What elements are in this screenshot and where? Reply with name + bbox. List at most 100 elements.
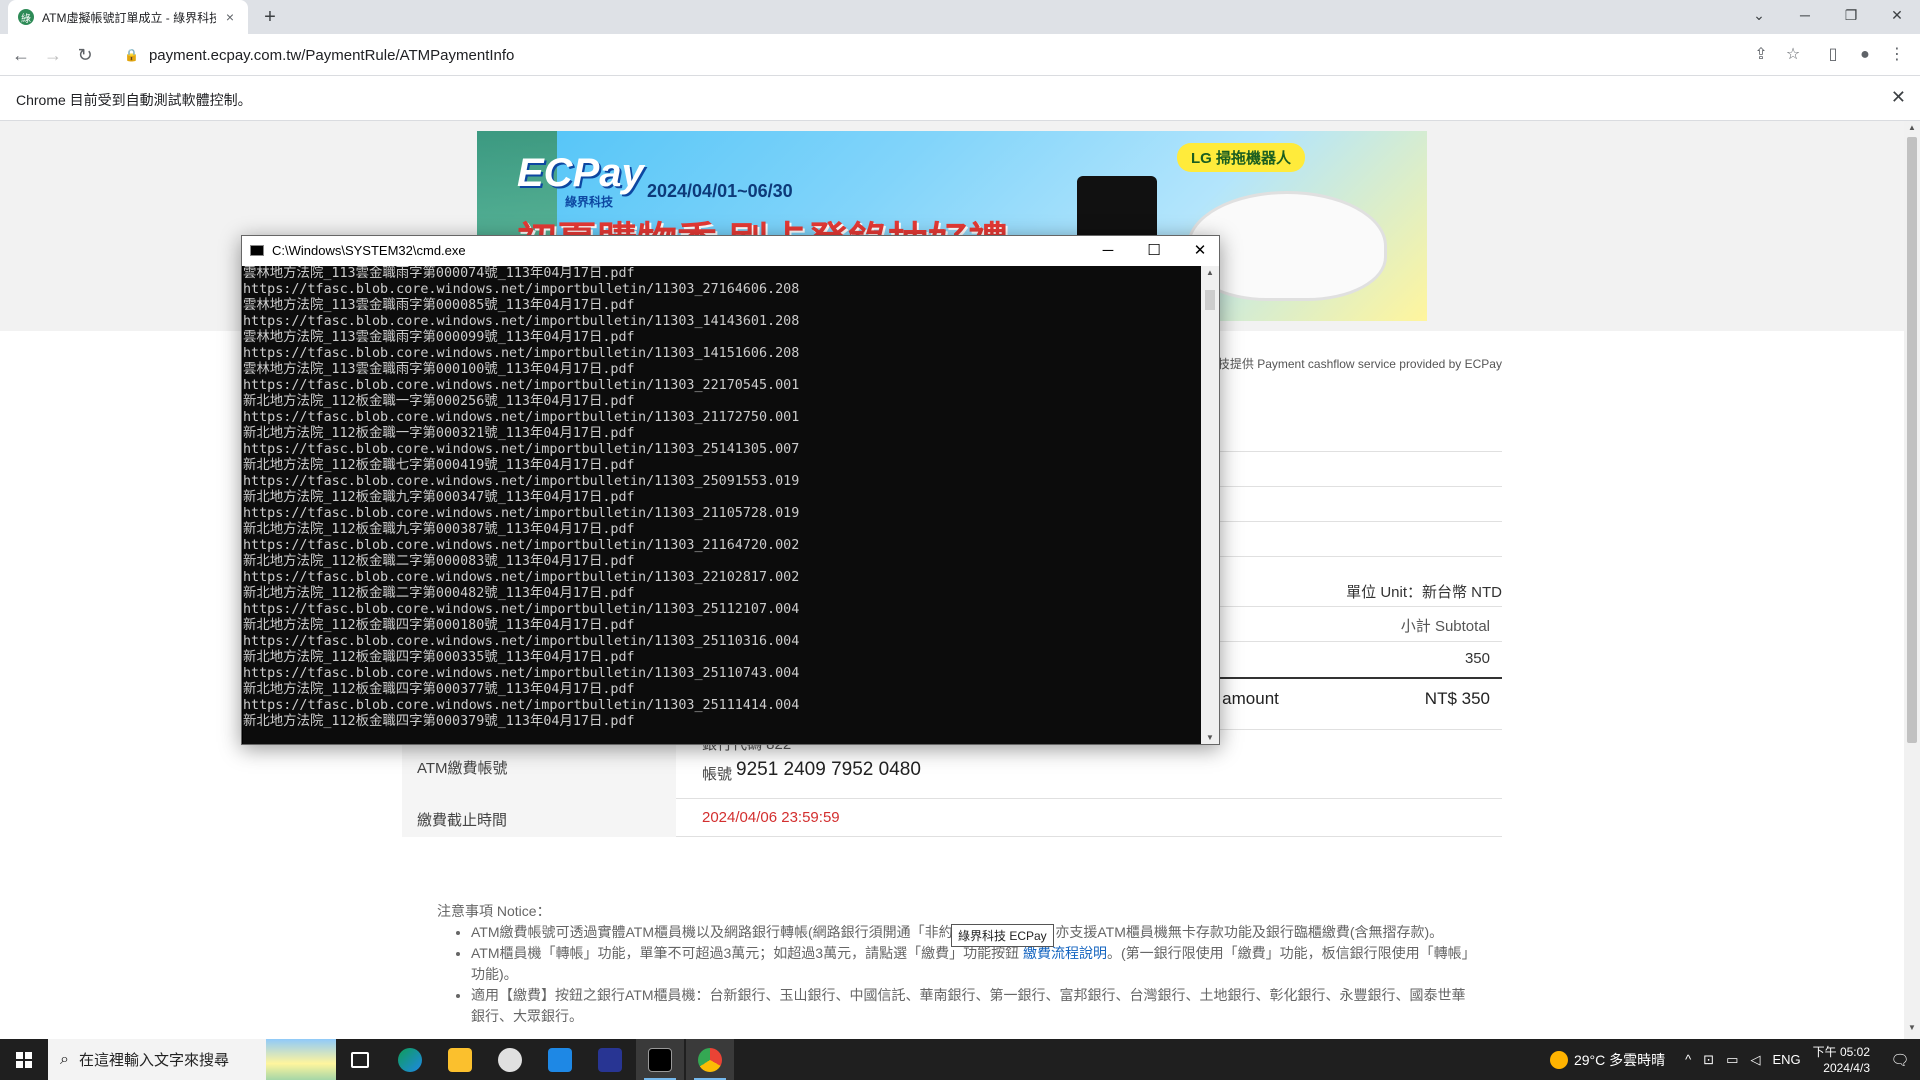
page-scrollbar[interactable]: ▲ ▼: [1904, 121, 1920, 1039]
browser-toolbar: ← → ↻ 🔒 payment.ecpay.com.tw/PaymentRule…: [0, 34, 1920, 76]
scrollbar-thumb[interactable]: [1907, 137, 1917, 743]
cmd-scroll-up-icon[interactable]: ▲: [1201, 268, 1219, 277]
network-icon[interactable]: ▭: [1726, 1052, 1738, 1068]
clock-date: 2024/4/3: [1823, 1060, 1870, 1075]
search-highlight-image: [266, 1039, 336, 1080]
console-line: 新北地方法院_112板金職九字第000387號_113年04月17日.pdf: [243, 522, 635, 537]
notice-heading: 注意事項 Notice：: [437, 903, 551, 919]
side-panel-icon[interactable]: ▯: [1820, 42, 1846, 68]
subtotal-header: 小計 Subtotal: [1400, 618, 1490, 635]
account-number: 9251 2409 7952 0480: [736, 759, 921, 780]
notice-item-text: ATM櫃員機「轉帳」功能，單筆不可超過3萬元；如超過3萬元，請點選「繳費」功能按…: [471, 945, 1020, 961]
tab-strip: 綠 ATM虛擬帳號訂單成立 - 綠界科技 × + ⌄ ─ ❐ ✕: [0, 0, 1920, 34]
edge-icon[interactable]: [386, 1039, 434, 1080]
back-icon[interactable]: ←: [8, 42, 34, 68]
search-icon: ⌕: [60, 1050, 69, 1068]
url-text[interactable]: payment.ecpay.com.tw/PaymentRule/ATMPaym…: [149, 47, 514, 64]
search-placeholder: 在這裡輸入文字來搜尋: [78, 1052, 229, 1069]
infobar-close-icon[interactable]: ✕: [1891, 87, 1906, 108]
console-line: https://tfasc.blob.core.windows.net/impo…: [243, 410, 800, 425]
tray-chevron-icon[interactable]: ^: [1685, 1052, 1691, 1067]
taskbar-search[interactable]: ⌕ 在這裡輸入文字來搜尋: [48, 1039, 336, 1080]
cmd-title: C:\Windows\SYSTEM32\cmd.exe: [272, 243, 466, 258]
scroll-down-icon[interactable]: ▼: [1904, 1023, 1920, 1037]
cmd-maximize-button[interactable]: ☐: [1131, 236, 1177, 266]
payment-flow-link[interactable]: 繳費流程說明: [1023, 945, 1107, 961]
chrome-icon[interactable]: [686, 1039, 734, 1080]
console-line: https://tfasc.blob.core.windows.net/impo…: [243, 538, 800, 553]
forward-icon[interactable]: →: [40, 42, 66, 68]
cmd-scrollbar[interactable]: ▲ ▼: [1201, 266, 1219, 744]
console-line: 新北地方法院_112板金職二字第000083號_113年04月17日.pdf: [243, 554, 635, 569]
bookmark-star-icon[interactable]: ☆: [1780, 42, 1806, 68]
reload-icon[interactable]: ↻: [72, 42, 98, 68]
subtotal-value: 350: [1464, 650, 1490, 667]
start-button[interactable]: [0, 1039, 48, 1080]
console-line: 雲林地方法院_113雲金職雨字第000100號_113年04月17日.pdf: [243, 362, 635, 377]
cmd-window[interactable]: C:\Windows\SYSTEM32\cmd.exe ─ ☐ ✕ 雲林地方法院…: [241, 235, 1220, 745]
console-line: https://tfasc.blob.core.windows.net/impo…: [243, 506, 800, 521]
vscode-icon[interactable]: [536, 1039, 584, 1080]
profile-avatar-icon[interactable]: ●: [1852, 42, 1878, 68]
restore-button[interactable]: ❐: [1828, 0, 1874, 30]
notice-section: 注意事項 Notice： ATM繳費帳號可透過實體ATM櫃員機以及網路銀行轉帳(…: [437, 901, 1477, 1027]
tab-title: ATM虛擬帳號訂單成立 - 綠界科技: [42, 10, 216, 25]
notification-icon[interactable]: 🗨: [1880, 1051, 1920, 1069]
cmd-console[interactable]: 雲林地方法院_113雲金職雨字第000074號_113年04月17日.pdf ht…: [243, 266, 1201, 744]
due-time-value: 2024/04/06 23:59:59: [702, 809, 840, 826]
menu-kebab-icon[interactable]: ⋮: [1884, 42, 1910, 68]
console-line: 新北地方法院_112板金職二字第000482號_113年04月17日.pdf: [243, 586, 635, 601]
minimize-button[interactable]: ─: [1782, 0, 1828, 30]
console-line: https://tfasc.blob.core.windows.net/impo…: [243, 666, 800, 681]
scroll-up-icon[interactable]: ▲: [1904, 123, 1920, 137]
console-line: 新北地方法院_112板金職一字第000256號_113年04月17日.pdf: [243, 394, 635, 409]
cmd-taskbar-icon[interactable]: [636, 1039, 684, 1080]
console-line: 新北地方法院_112板金職一字第000321號_113年04月17日.pdf: [243, 426, 635, 441]
volume-icon[interactable]: ◁: [1750, 1052, 1760, 1068]
banner-dates: 2024/04/01~06/30: [647, 181, 793, 201]
cmd-close-button[interactable]: ✕: [1177, 236, 1223, 266]
cmd-titlebar[interactable]: C:\Windows\SYSTEM32\cmd.exe ─ ☐ ✕: [242, 236, 1219, 266]
cmd-minimize-button[interactable]: ─: [1085, 236, 1131, 266]
clock-app-icon[interactable]: [486, 1039, 534, 1080]
console-line: https://tfasc.blob.core.windows.net/impo…: [243, 602, 800, 617]
total-divider: [1208, 677, 1502, 679]
cmd-icon: [250, 245, 264, 256]
currency-unit: 單位 Unit：新台幣 NTD: [1346, 584, 1502, 601]
close-window-button[interactable]: ✕: [1874, 0, 1920, 30]
console-line: 新北地方法院_112板金職四字第000379號_113年04月17日.pdf: [243, 714, 635, 729]
weather-widget[interactable]: 29°C 多雲時晴: [1549, 1050, 1665, 1070]
console-line: 新北地方法院_112板金職四字第000377號_113年04月17日.pdf: [243, 682, 635, 697]
notice-item: ATM櫃員機「轉帳」功能，單筆不可超過3萬元；如超過3萬元，請點選「繳費」功能按…: [471, 943, 1477, 985]
taskbar: ⌕ 在這裡輸入文字來搜尋 29°C 多雲時晴 ^ ⊡ ▭ ◁ ENG 下午 05…: [0, 1039, 1920, 1080]
cmd-scroll-down-icon[interactable]: ▼: [1201, 733, 1219, 742]
console-line: 雲林地方法院_113雲金職雨字第000074號_113年04月17日.pdf: [243, 266, 635, 281]
powershell-icon[interactable]: [586, 1039, 634, 1080]
console-line: 新北地方法院_112板金職九字第000347號_113年04月17日.pdf: [243, 490, 635, 505]
clock-time: 下午 05:02: [1812, 1044, 1870, 1059]
console-line: https://tfasc.blob.core.windows.net/impo…: [243, 282, 800, 297]
banner-logo: ECPay: [517, 151, 644, 195]
new-tab-button[interactable]: +: [258, 5, 282, 29]
infobar-text: Chrome 目前受到自動測試軟體控制。: [16, 92, 252, 108]
console-line: 雲林地方法院_113雲金職雨字第000085號_113年04月17日.pdf: [243, 298, 635, 313]
address-bar[interactable]: 🔒 payment.ecpay.com.tw/PaymentRule/ATMPa…: [110, 39, 1750, 71]
due-time-row: 繳費截止時間 2024/04/06 23:59:59: [402, 799, 1502, 837]
cmd-scrollbar-thumb[interactable]: [1205, 290, 1215, 310]
console-line: 新北地方法院_112板金職四字第000335號_113年04月17日.pdf: [243, 650, 635, 665]
clock[interactable]: 下午 05:02 2024/4/3: [1813, 1044, 1870, 1076]
console-line: https://tfasc.blob.core.windows.net/impo…: [243, 570, 800, 585]
task-view-icon[interactable]: [336, 1039, 384, 1080]
weather-temp: 29°C: [1573, 1051, 1606, 1068]
lock-icon[interactable]: 🔒: [124, 48, 139, 62]
automation-infobar: Chrome 目前受到自動測試軟體控制。 ✕: [0, 77, 1920, 121]
tab-search-icon[interactable]: ⌄: [1736, 0, 1782, 30]
language-indicator[interactable]: ENG: [1772, 1052, 1800, 1067]
network-adapter-icon[interactable]: ⊡: [1703, 1052, 1714, 1068]
tab-active[interactable]: 綠 ATM虛擬帳號訂單成立 - 綠界科技 ×: [8, 0, 248, 34]
share-icon[interactable]: ⇪: [1748, 42, 1774, 68]
file-explorer-icon[interactable]: [436, 1039, 484, 1080]
console-line: https://tfasc.blob.core.windows.net/impo…: [243, 634, 800, 649]
tab-close-icon[interactable]: ×: [222, 9, 238, 25]
console-line: https://tfasc.blob.core.windows.net/impo…: [243, 474, 800, 489]
